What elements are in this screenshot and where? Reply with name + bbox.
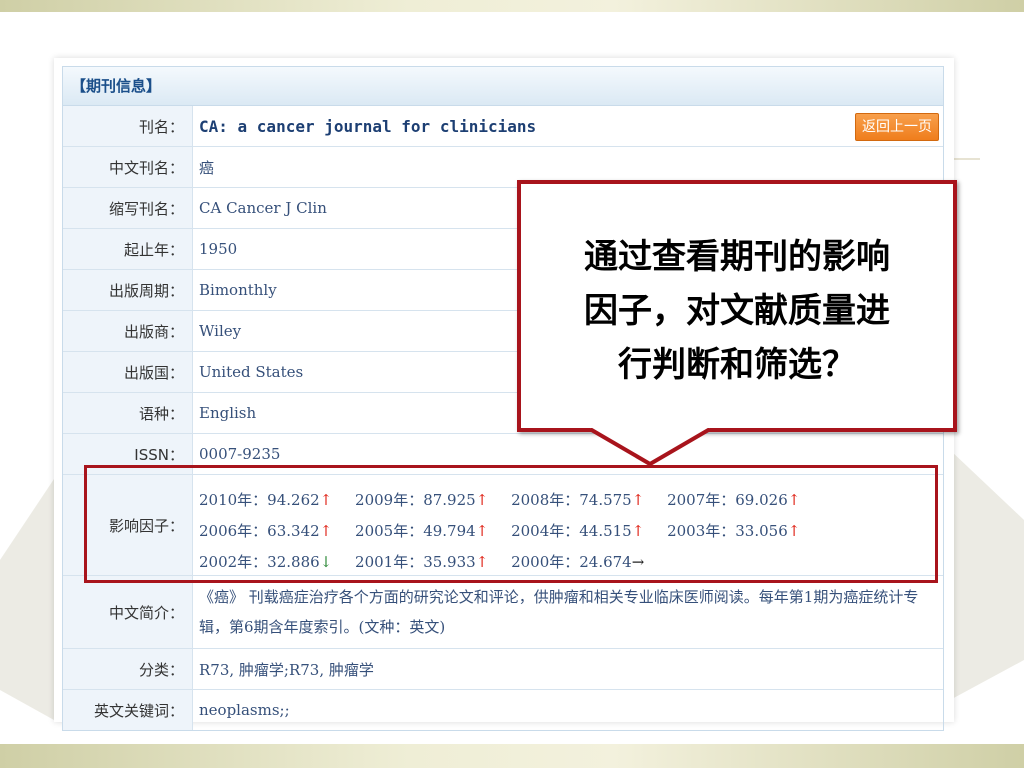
trend-up-icon: ↑ — [475, 522, 489, 540]
title-label: 刊名： — [63, 106, 193, 146]
impact-factor-item: 2002年：32.886↓ — [199, 553, 333, 571]
row-impact-factor: 影响因子： 2010年：94.262↑ 2009年：87.925↑ 2008年：… — [63, 475, 943, 576]
impact-factor-item: 2005年：49.794↑ — [355, 522, 489, 540]
impact-factor-item: 2010年：94.262↑ — [199, 491, 333, 509]
impact-factor-item: 2008年：74.575↑ — [511, 491, 645, 509]
impact-factor-item: 2000年：24.674→ — [511, 553, 645, 571]
callout-line-2: 因子，对文献质量进 — [584, 291, 890, 331]
trend-up-icon: ↑ — [475, 491, 489, 509]
trend-down-icon: ↓ — [319, 553, 333, 571]
impact-factor-item: 2004年：44.515↑ — [511, 522, 645, 540]
issn-value: 0007-9235 — [199, 445, 281, 463]
slide-top-band — [0, 0, 1024, 12]
row-issn: ISSN： 0007-9235 — [63, 434, 943, 475]
impact-factor-item: 2009年：87.925↑ — [355, 491, 489, 509]
chinese-title-label: 中文刊名： — [63, 147, 193, 187]
slide-bottom-band — [0, 744, 1024, 768]
impact-factor-item: 2001年：35.933↑ — [355, 553, 489, 571]
row-chinese-intro: 中文简介： 《癌》 刊载癌症治疗各个方面的研究论文和评论，供肿瘤和相关专业临床医… — [63, 576, 943, 649]
frequency-label: 出版周期： — [63, 270, 193, 310]
keywords-label: 英文关键词： — [63, 690, 193, 730]
journal-info-header: 【期刊信息】 — [63, 67, 943, 106]
keywords-value: neoplasms;; — [199, 701, 290, 719]
years-label: 起止年： — [63, 229, 193, 269]
chinese-intro-label: 中文简介： — [63, 576, 193, 648]
country-label: 出版国： — [63, 352, 193, 392]
callout-line-1: 通过查看期刊的影响 — [584, 237, 890, 277]
callout-pointer-icon — [590, 428, 710, 467]
callout-box: 通过查看期刊的影响 因子，对文献质量进 行判断和筛选？ — [517, 180, 957, 432]
category-value: R73, 肿瘤学;R73, 肿瘤学 — [199, 660, 374, 679]
row-category: 分类： R73, 肿瘤学;R73, 肿瘤学 — [63, 649, 943, 690]
callout-text: 通过查看期刊的影响 因子，对文献质量进 行判断和筛选？ — [521, 230, 953, 392]
trend-up-icon: ↑ — [631, 491, 645, 509]
issn-label: ISSN： — [63, 434, 193, 474]
impact-factor-item: 2006年：63.342↑ — [199, 522, 333, 540]
chinese-intro-value: 《癌》 刊载癌症治疗各个方面的研究论文和评论，供肿瘤和相关专业临床医师阅读。每年… — [199, 588, 919, 636]
trend-flat-icon: → — [631, 553, 645, 571]
impact-factor-item: 2007年：69.026↑ — [667, 491, 801, 509]
callout-line-3: 行判断和筛选？ — [618, 345, 856, 385]
abbreviation-label: 缩写刊名： — [63, 188, 193, 228]
row-keywords: 英文关键词： neoplasms;; — [63, 690, 943, 730]
trend-up-icon: ↑ — [319, 491, 333, 509]
publisher-label: 出版商： — [63, 311, 193, 351]
trend-up-icon: ↑ — [319, 522, 333, 540]
trend-up-icon: ↑ — [787, 522, 801, 540]
impact-factor-label: 影响因子： — [63, 475, 193, 575]
impact-factor-item: 2003年：33.056↑ — [667, 522, 801, 540]
row-title: 刊名： CA: a cancer journal for clinicians … — [63, 106, 943, 147]
back-button[interactable]: 返回上一页 — [855, 113, 939, 141]
title-value: CA: a cancer journal for clinicians — [199, 116, 537, 136]
trend-up-icon: ↑ — [475, 553, 489, 571]
category-label: 分类： — [63, 649, 193, 689]
impact-factor-values: 2010年：94.262↑ 2009年：87.925↑ 2008年：74.575… — [193, 475, 943, 575]
trend-up-icon: ↑ — [631, 522, 645, 540]
trend-up-icon: ↑ — [787, 491, 801, 509]
language-label: 语种： — [63, 393, 193, 433]
